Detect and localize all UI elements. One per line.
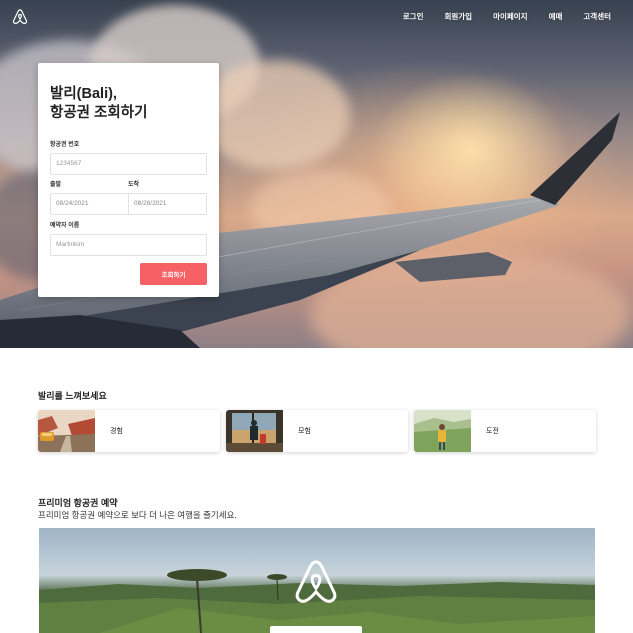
top-nav: 로그인 회원가입 마이페이지 예매 고객센터: [382, 11, 611, 22]
airbnb-logo-large-icon: [295, 560, 337, 603]
depart-label: 출발: [50, 182, 62, 188]
arrive-label: 도착: [128, 182, 140, 188]
flight-search-form: 항공권 번호 출발 도착 예약자 이름 조회하기: [38, 63, 219, 297]
premium-banner-button[interactable]: [270, 626, 362, 633]
premium-subtitle: 프리미엄 항공권 예약으로 보다 더 나은 여행을 즐기세요.: [38, 510, 237, 520]
tile-challenge-label: 도전: [486, 428, 499, 435]
nav-support[interactable]: 고객센터: [583, 11, 611, 22]
tile-adventure[interactable]: 모험: [226, 410, 408, 452]
nav-signup[interactable]: 회원가입: [444, 11, 472, 22]
ticket-number-label: 항공권 번호: [50, 142, 80, 148]
tile-adventure-label: 모험: [298, 428, 311, 435]
nav-booking[interactable]: 예매: [549, 11, 563, 22]
car-canyon-photo-icon: [38, 410, 95, 452]
nav-mypage[interactable]: 마이페이지: [493, 11, 528, 22]
feel-bali-tiles: 경험 모험 도전: [38, 410, 597, 452]
search-submit-button[interactable]: 조회하기: [140, 263, 207, 285]
depart-date-input[interactable]: [50, 192, 129, 215]
hiker-field-photo-icon: [414, 410, 471, 452]
booker-name-group: 예약자 이름: [50, 220, 207, 256]
booker-name-label: 예약자 이름: [50, 223, 80, 229]
ticket-number-group: 항공권 번호: [50, 139, 207, 175]
arrive-date-input[interactable]: [128, 192, 207, 215]
airbnb-logo-icon[interactable]: [11, 8, 29, 26]
ticket-number-input[interactable]: [50, 152, 207, 175]
tile-experience-label: 경험: [110, 428, 123, 435]
arrive-group: 도착: [128, 179, 207, 215]
feel-bali-title: 발리를 느껴보세요: [38, 391, 107, 401]
premium-title: 프리미엄 항공권 예약: [38, 498, 118, 508]
depart-group: 출발: [50, 179, 129, 215]
booker-name-input[interactable]: [50, 233, 207, 256]
tile-experience[interactable]: 경험: [38, 410, 220, 452]
nav-login[interactable]: 로그인: [403, 11, 424, 22]
traveler-window-photo-icon: [226, 410, 283, 452]
tile-challenge[interactable]: 도전: [414, 410, 596, 452]
